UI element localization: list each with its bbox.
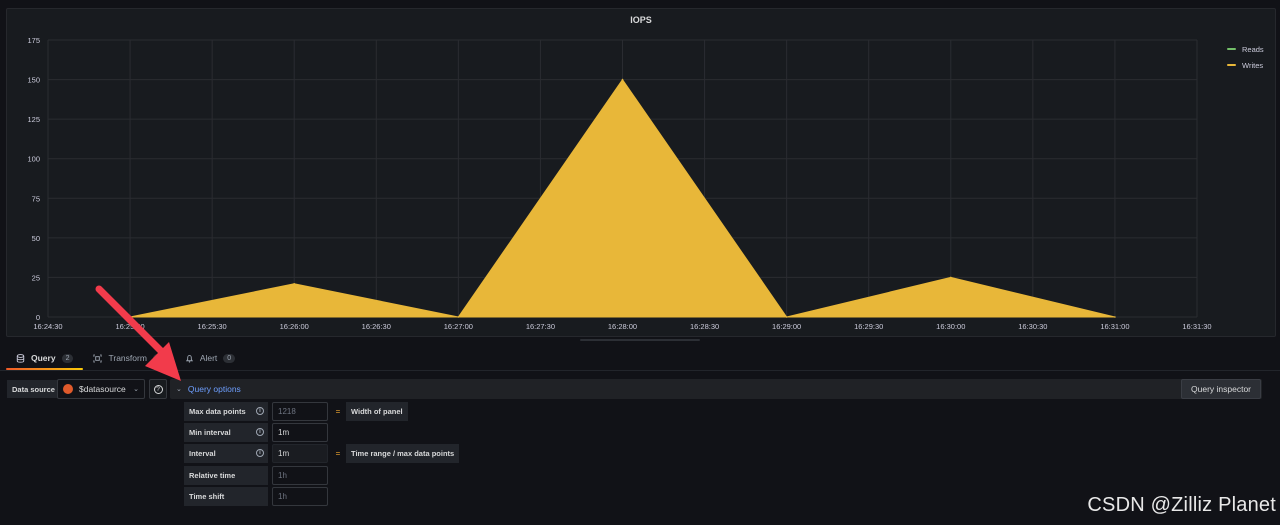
data-point-writes xyxy=(785,316,788,318)
iops-chart: 0 25 50 75 100 125 150 175 16:24:30 16:25:00 16:25… xyxy=(27,36,1211,331)
y-tick-label: 0 xyxy=(36,313,40,322)
info-icon[interactable]: i xyxy=(256,428,264,436)
x-tick-label: 16:28:00 xyxy=(608,322,637,331)
database-icon xyxy=(16,353,25,363)
query-inspector-button[interactable]: Query inspector xyxy=(1181,379,1261,399)
data-point-writes xyxy=(293,282,296,285)
x-tick-label: 16:28:30 xyxy=(690,322,719,331)
x-tick-label: 16:30:00 xyxy=(936,322,965,331)
option-label: Interval i xyxy=(184,444,268,463)
watermark: CSDN @Zilliz Planet xyxy=(1087,494,1276,516)
chart-legend: Reads Writes xyxy=(1227,41,1264,73)
iops-panel: IOPS 0 25 50 75 100 125 150 175 16:24:30 16:25:00… xyxy=(6,8,1276,337)
tab-transform[interactable]: Transform 0 xyxy=(83,346,174,370)
x-tick-label: 16:29:00 xyxy=(772,322,801,331)
y-tick-label: 125 xyxy=(27,115,40,124)
info-icon[interactable]: i xyxy=(256,407,264,415)
panel-resize-handle[interactable] xyxy=(580,339,700,341)
x-tick-label: 16:25:30 xyxy=(198,322,227,331)
tab-alert[interactable]: Alert 0 xyxy=(175,346,245,370)
time-shift-input[interactable]: 1h xyxy=(272,487,328,506)
query-options-toggle[interactable]: ⌄ Query options xyxy=(176,379,241,399)
data-point-writes xyxy=(949,276,952,279)
tab-transform-count: 0 xyxy=(152,353,165,363)
x-tick-label: 16:25:00 xyxy=(115,322,144,331)
y-tick-label: 75 xyxy=(32,194,40,203)
info-icon[interactable]: i xyxy=(256,449,264,457)
data-point-writes xyxy=(621,78,624,81)
option-label-text: Relative time xyxy=(189,471,236,480)
data-point-writes xyxy=(457,316,460,318)
tab-alert-count: 0 xyxy=(223,353,236,363)
option-label-text: Interval xyxy=(189,449,216,458)
x-tick-label: 16:30:30 xyxy=(1018,322,1047,331)
datasource-label: Data source xyxy=(7,380,60,398)
help-icon: ? xyxy=(153,384,163,394)
y-tick-label: 50 xyxy=(32,234,40,243)
max-data-points-derived: Width of panel xyxy=(346,402,408,421)
transform-icon xyxy=(93,353,103,363)
option-label-text: Max data points xyxy=(189,407,246,416)
x-tick-label: 16:24:30 xyxy=(33,322,62,331)
tab-transform-label: Transform xyxy=(108,353,147,363)
datasource-logo-icon xyxy=(63,384,73,394)
legend-swatch-reads xyxy=(1227,48,1236,50)
x-tick-label: 16:27:30 xyxy=(526,322,555,331)
option-label-text: Time shift xyxy=(189,492,225,501)
min-interval-input[interactable]: 1m xyxy=(272,423,328,442)
legend-label-writes: Writes xyxy=(1242,60,1264,70)
x-tick-label: 16:26:00 xyxy=(280,322,309,331)
x-tick-label: 16:31:00 xyxy=(1100,322,1129,331)
data-point-writes xyxy=(129,316,131,318)
tab-query[interactable]: Query 2 xyxy=(6,346,84,370)
datasource-select[interactable]: $datasource ⌄ xyxy=(57,379,145,399)
relative-time-input[interactable]: 1h xyxy=(272,466,328,485)
y-tick-label: 175 xyxy=(27,36,40,45)
y-tick-label: 150 xyxy=(27,76,40,85)
legend-label-reads: Reads xyxy=(1242,44,1264,54)
tabs-divider xyxy=(0,370,1280,371)
legend-item-writes[interactable]: Writes xyxy=(1227,57,1264,73)
chevron-down-icon: ⌄ xyxy=(176,386,182,393)
x-tick-label: 16:27:00 xyxy=(444,322,473,331)
chevron-down-icon: ⌄ xyxy=(133,386,139,393)
x-tick-label: 16:29:30 xyxy=(854,322,883,331)
equals-sign: = xyxy=(335,407,341,416)
query-options-bar: ⌄ Query options xyxy=(170,379,1262,399)
tab-alert-label: Alert xyxy=(199,353,218,363)
bell-icon xyxy=(185,354,193,363)
tab-query-label: Query xyxy=(31,353,56,363)
datasource-value: $datasource xyxy=(79,384,126,394)
option-label: Time shift xyxy=(184,487,268,506)
legend-item-reads[interactable]: Reads xyxy=(1227,41,1264,57)
data-point-writes xyxy=(1114,316,1116,318)
datasource-help-button[interactable]: ? xyxy=(149,379,167,399)
option-label: Min interval i xyxy=(184,423,268,442)
option-label-text: Min interval xyxy=(189,428,231,437)
max-data-points-input[interactable]: 1218 xyxy=(272,402,328,421)
interval-value: 1m xyxy=(272,444,328,463)
y-tick-label: 100 xyxy=(27,155,40,164)
editor-tabs: Query 2 Transform 0 Alert 0 xyxy=(6,346,245,370)
option-label: Max data points i xyxy=(184,402,268,421)
interval-derived: Time range / max data points xyxy=(346,444,460,463)
query-options-label: Query options xyxy=(187,384,241,394)
y-tick-label: 25 xyxy=(32,273,40,282)
option-label: Relative time xyxy=(184,466,268,485)
x-tick-label: 16:31:30 xyxy=(1182,322,1211,331)
x-tick-label: 16:26:30 xyxy=(362,322,391,331)
equals-sign: = xyxy=(335,449,341,458)
tab-query-count: 2 xyxy=(61,353,74,363)
legend-swatch-writes xyxy=(1227,64,1236,66)
